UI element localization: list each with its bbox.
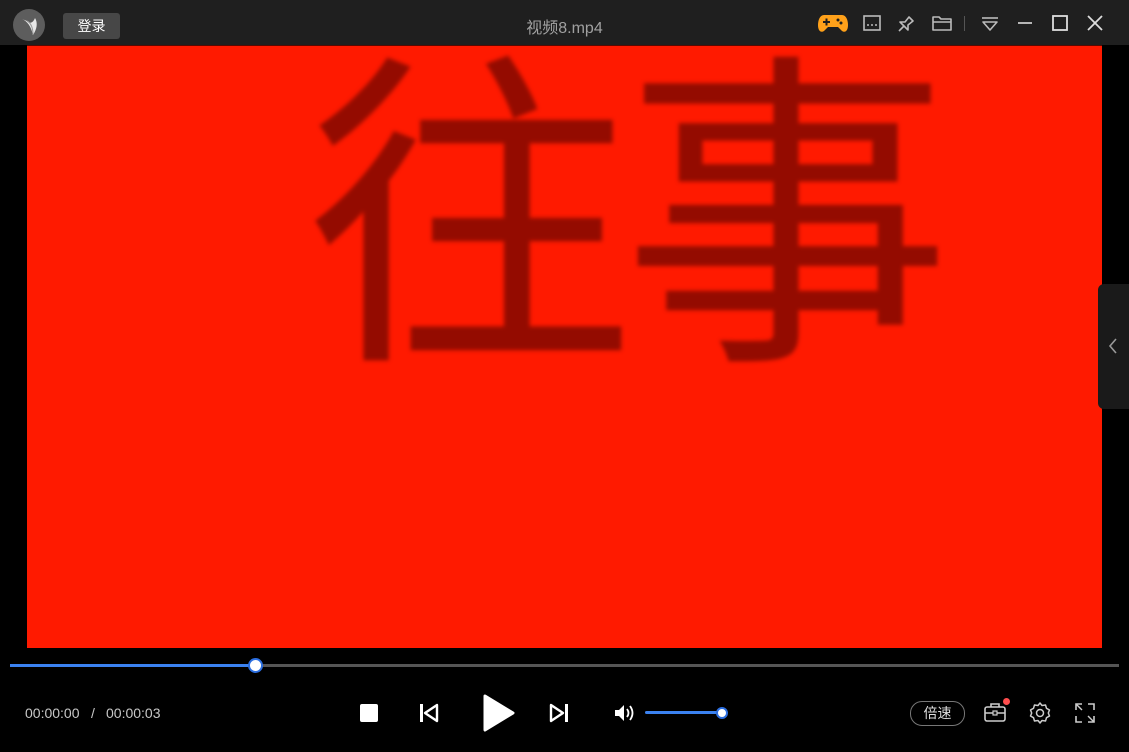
fullscreen-icon: [1075, 703, 1095, 723]
pin-icon[interactable]: [895, 11, 919, 35]
notification-dot: [1003, 698, 1010, 705]
total-time: 00:00:03: [106, 705, 161, 721]
maximize-icon[interactable]: [1048, 11, 1072, 35]
skip-next-icon: [549, 703, 568, 723]
stop-icon: [360, 704, 378, 722]
stop-button[interactable]: [360, 704, 378, 722]
progress-bar-knob[interactable]: [248, 658, 263, 673]
fullscreen-button[interactable]: [1074, 702, 1096, 724]
menu-dropdown-icon[interactable]: [978, 11, 1002, 35]
folder-icon[interactable]: [930, 11, 954, 35]
current-time: 00:00:00: [25, 705, 80, 721]
play-icon: [483, 694, 515, 732]
chevron-left-icon: [1108, 338, 1117, 354]
playback-speed-button[interactable]: 倍速: [910, 701, 965, 726]
screenshot-icon[interactable]: [860, 11, 884, 35]
time-separator: /: [91, 705, 95, 721]
next-button[interactable]: [549, 703, 569, 723]
progress-bar[interactable]: [10, 658, 1119, 673]
video-frame[interactable]: 往 事: [27, 45, 1102, 648]
progress-bar-fill: [10, 664, 255, 667]
titlebar-divider: [964, 16, 965, 31]
title-bar: 登录 视频8.mp4: [0, 0, 1129, 45]
toolbox-button[interactable]: [983, 701, 1007, 723]
volume-slider[interactable]: [645, 711, 722, 714]
volume-button[interactable]: [613, 702, 637, 724]
window-title: 视频8.mp4: [526, 20, 603, 37]
previous-button[interactable]: [419, 703, 439, 723]
settings-button[interactable]: [1028, 701, 1052, 725]
video-text-glyph: 往: [305, 45, 635, 412]
speaker-icon: [615, 705, 634, 721]
close-icon[interactable]: [1083, 11, 1107, 35]
video-text-glyph: 事: [622, 45, 952, 412]
gear-icon: [1029, 702, 1051, 724]
volume-slider-knob[interactable]: [716, 707, 728, 719]
play-button[interactable]: [482, 693, 516, 733]
playlist-toggle-handle[interactable]: [1098, 284, 1129, 409]
game-controller-icon[interactable]: [817, 10, 849, 34]
toolbox-icon: [984, 703, 1006, 722]
minimize-icon[interactable]: [1013, 11, 1037, 35]
skip-previous-icon: [420, 703, 439, 723]
